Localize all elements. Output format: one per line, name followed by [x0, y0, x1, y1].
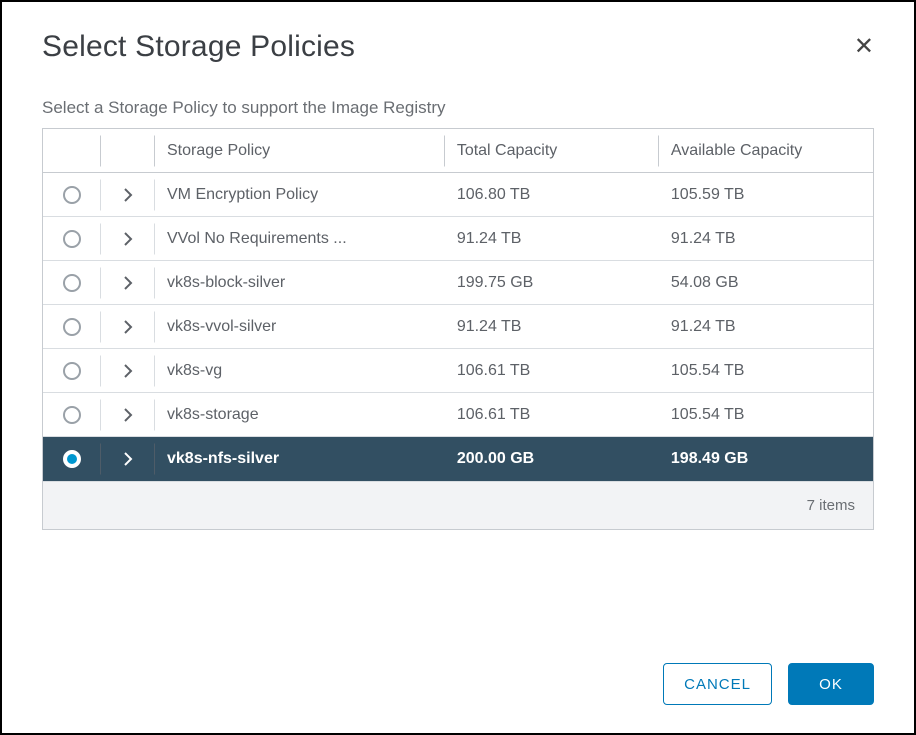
- grid-header-total: Total Capacity: [445, 129, 659, 172]
- row-policy-name: vk8s-vg: [167, 362, 222, 380]
- radio-icon[interactable]: [63, 406, 81, 424]
- dialog-header: Select Storage Policies ✕: [42, 30, 874, 64]
- row-expand-cell[interactable]: [101, 393, 155, 436]
- row-policy-cell: vk8s-nfs-silver: [155, 437, 445, 480]
- grid-header-row: Storage Policy Total Capacity Available …: [43, 129, 873, 173]
- radio-icon[interactable]: [63, 186, 81, 204]
- radio-icon[interactable]: [63, 362, 81, 380]
- dialog-actions: CANCEL OK: [663, 663, 874, 705]
- grid-header-select: [43, 129, 101, 172]
- row-policy-cell: VVol No Requirements ...: [155, 217, 445, 260]
- row-policy-cell: vk8s-vg: [155, 349, 445, 392]
- row-total-value: 199.75 GB: [457, 274, 534, 292]
- row-avail-cell: 91.24 TB: [659, 217, 873, 260]
- radio-icon[interactable]: [63, 318, 81, 336]
- row-avail-cell: 105.54 TB: [659, 393, 873, 436]
- row-total-value: 91.24 TB: [457, 318, 522, 336]
- table-row[interactable]: vk8s-block-silver 199.75 GB 54.08 GB: [43, 261, 873, 305]
- grid-header-policy: Storage Policy: [155, 129, 445, 172]
- row-policy-name: vk8s-block-silver: [167, 274, 285, 292]
- table-row[interactable]: vk8s-vvol-silver 91.24 TB 91.24 TB: [43, 305, 873, 349]
- row-avail-value: 91.24 TB: [671, 318, 736, 336]
- row-expand-cell[interactable]: [101, 305, 155, 348]
- row-policy-cell: vk8s-block-silver: [155, 261, 445, 304]
- select-storage-policies-dialog: Select Storage Policies ✕ Select a Stora…: [0, 0, 916, 735]
- row-expand-cell[interactable]: [101, 437, 155, 480]
- grid-item-count: 7 items: [807, 497, 855, 514]
- row-total-value: 200.00 GB: [457, 450, 534, 468]
- row-expand-cell[interactable]: [101, 217, 155, 260]
- row-avail-value: 91.24 TB: [671, 230, 736, 248]
- ok-button[interactable]: OK: [788, 663, 874, 705]
- close-icon[interactable]: ✕: [850, 31, 874, 63]
- row-policy-cell: VM Encryption Policy: [155, 173, 445, 216]
- row-radio-cell[interactable]: [43, 261, 101, 304]
- grid-footer: 7 items: [43, 481, 873, 529]
- row-avail-value: 198.49 GB: [671, 450, 748, 468]
- row-expand-cell[interactable]: [101, 173, 155, 216]
- row-radio-cell[interactable]: [43, 217, 101, 260]
- row-avail-cell: 105.54 TB: [659, 349, 873, 392]
- row-policy-cell: vk8s-vvol-silver: [155, 305, 445, 348]
- row-total-value: 106.61 TB: [457, 406, 531, 424]
- row-total-value: 106.80 TB: [457, 186, 531, 204]
- row-total-value: 106.61 TB: [457, 362, 531, 380]
- row-total-cell: 91.24 TB: [445, 217, 659, 260]
- radio-icon[interactable]: [63, 274, 81, 292]
- row-avail-value: 105.54 TB: [671, 406, 745, 424]
- row-total-cell: 106.61 TB: [445, 349, 659, 392]
- grid-header-avail: Available Capacity: [659, 129, 873, 172]
- ok-button-label: OK: [819, 676, 843, 693]
- chevron-right-icon[interactable]: [101, 173, 155, 216]
- row-policy-name: VVol No Requirements ...: [167, 230, 347, 248]
- row-avail-value: 105.59 TB: [671, 186, 745, 204]
- row-avail-cell: 198.49 GB: [659, 437, 873, 480]
- row-total-cell: 200.00 GB: [445, 437, 659, 480]
- row-policy-name: vk8s-vvol-silver: [167, 318, 276, 336]
- row-total-cell: 91.24 TB: [445, 305, 659, 348]
- row-avail-value: 105.54 TB: [671, 362, 745, 380]
- table-row[interactable]: VVol No Requirements ... 91.24 TB 91.24 TB: [43, 217, 873, 261]
- chevron-right-icon[interactable]: [101, 261, 155, 304]
- table-row[interactable]: vk8s-storage 106.61 TB 105.54 TB: [43, 393, 873, 437]
- radio-icon[interactable]: [63, 230, 81, 248]
- row-avail-value: 54.08 GB: [671, 274, 739, 292]
- row-avail-cell: 105.59 TB: [659, 173, 873, 216]
- row-expand-cell[interactable]: [101, 349, 155, 392]
- row-expand-cell[interactable]: [101, 261, 155, 304]
- row-radio-cell[interactable]: [43, 349, 101, 392]
- grid-header-total-label: Total Capacity: [457, 142, 558, 160]
- row-radio-cell[interactable]: [43, 305, 101, 348]
- grid-header-avail-label: Available Capacity: [671, 142, 802, 160]
- row-avail-cell: 91.24 TB: [659, 305, 873, 348]
- chevron-right-icon[interactable]: [101, 305, 155, 348]
- table-row[interactable]: vk8s-nfs-silver 200.00 GB 198.49 GB: [43, 437, 873, 481]
- storage-policy-grid: Storage Policy Total Capacity Available …: [42, 128, 874, 530]
- row-radio-cell[interactable]: [43, 437, 101, 480]
- row-radio-cell[interactable]: [43, 173, 101, 216]
- table-row[interactable]: vk8s-vg 106.61 TB 105.54 TB: [43, 349, 873, 393]
- chevron-right-icon[interactable]: [101, 393, 155, 436]
- dialog-title: Select Storage Policies: [42, 30, 355, 64]
- cancel-button-label: CANCEL: [684, 676, 751, 693]
- row-total-cell: 199.75 GB: [445, 261, 659, 304]
- row-policy-name: vk8s-nfs-silver: [167, 450, 279, 468]
- row-policy-name: vk8s-storage: [167, 406, 259, 424]
- row-radio-cell[interactable]: [43, 393, 101, 436]
- grid-header-policy-label: Storage Policy: [167, 142, 270, 160]
- chevron-right-icon[interactable]: [101, 437, 155, 480]
- row-avail-cell: 54.08 GB: [659, 261, 873, 304]
- row-total-cell: 106.61 TB: [445, 393, 659, 436]
- table-row[interactable]: VM Encryption Policy 106.80 TB 105.59 TB: [43, 173, 873, 217]
- grid-header-expand: [101, 129, 155, 172]
- row-total-cell: 106.80 TB: [445, 173, 659, 216]
- chevron-right-icon[interactable]: [101, 349, 155, 392]
- cancel-button[interactable]: CANCEL: [663, 663, 772, 705]
- row-total-value: 91.24 TB: [457, 230, 522, 248]
- row-policy-cell: vk8s-storage: [155, 393, 445, 436]
- row-policy-name: VM Encryption Policy: [167, 186, 318, 204]
- chevron-right-icon[interactable]: [101, 217, 155, 260]
- dialog-subtitle: Select a Storage Policy to support the I…: [42, 98, 874, 118]
- radio-icon[interactable]: [63, 450, 81, 468]
